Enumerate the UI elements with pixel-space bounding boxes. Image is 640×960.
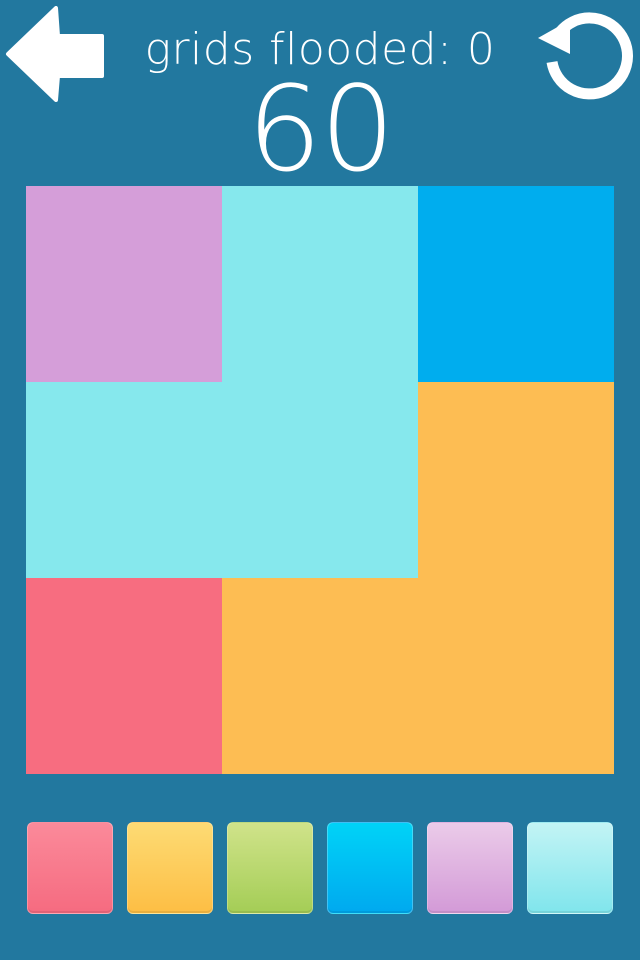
color-button-cyan[interactable] [527,822,613,914]
board-cell-cyan [222,186,418,382]
board-cell-red [26,578,222,774]
game-board [26,186,614,774]
color-button-red[interactable] [27,822,113,914]
color-button-green[interactable] [227,822,313,914]
board-cell-orange [222,578,418,774]
board-cell-orange [418,578,614,774]
board-cell-orange [418,382,614,578]
color-button-purple[interactable] [427,822,513,914]
board-cell-purple [26,186,222,382]
restart-button[interactable] [534,4,634,100]
restart-icon [538,12,633,100]
color-button-blue[interactable] [327,822,413,914]
color-palette [27,822,613,914]
board-cell-blue [418,186,614,382]
board-cell-cyan [26,382,222,578]
board-cell-cyan [222,382,418,578]
color-button-orange[interactable] [127,822,213,914]
